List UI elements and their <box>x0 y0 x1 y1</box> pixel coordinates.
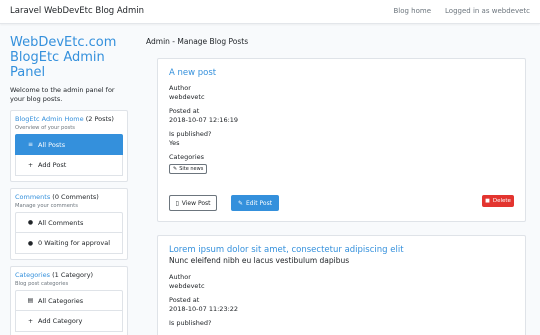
list-icon: ≡ <box>27 141 34 148</box>
sidebar-title: WebDevEtc.com BlogEtc Admin Panel <box>10 35 117 80</box>
comments-link[interactable]: Comments <box>15 193 50 201</box>
categories-label: Categories <box>169 153 205 161</box>
file-icon: ▯ <box>175 199 179 207</box>
author-label: Author <box>169 273 191 281</box>
sidebar-item-label: Add Category <box>38 317 83 325</box>
admin-home-link[interactable]: BlogEtc Admin Home <box>15 115 84 123</box>
posted-at-value: 2018-10-07 12:16:19 <box>169 116 239 124</box>
sidebar-item-label: All Comments <box>38 218 84 227</box>
categories-count: (1 Category) <box>50 271 94 279</box>
author-value: webdevetc <box>169 282 205 290</box>
edit-icon: ✎ <box>237 199 243 207</box>
view-post-label: View Post <box>181 199 211 207</box>
sidebar-section-posts: BlogEtc Admin Home (2 Posts) Overview of… <box>10 110 128 182</box>
sidebar-item-label: 0 Waiting for approval <box>38 239 111 247</box>
post-title-link[interactable]: Lorem ipsum dolor sit amet, consectetur … <box>169 245 514 256</box>
posts-count: (2 Posts) <box>83 115 114 123</box>
posted-at-value: 2018-10-07 11:23:22 <box>169 305 239 313</box>
edit-post-button[interactable]: ✎ Edit Post <box>231 195 279 211</box>
comments-count: (0 Comments) <box>50 193 99 201</box>
section-desc: Blog post categories <box>15 281 69 287</box>
author-label: Author <box>169 84 191 92</box>
plus-icon: + <box>27 161 34 169</box>
sidebar-item-add-category[interactable]: + Add Category <box>15 311 123 332</box>
post-subtitle: Nunc eleifend nibh eu lacus vestibulum d… <box>169 256 350 265</box>
logged-in-link[interactable]: Logged in as webdevetc <box>445 7 530 15</box>
page-title: Admin - Manage Blog Posts <box>146 37 249 46</box>
section-desc: Manage your comments <box>15 203 78 209</box>
sidebar-item-label: All Categories <box>38 296 84 305</box>
sidebar-item-all-posts[interactable]: ≡ All Posts <box>15 134 123 155</box>
sidebar-item-all-categories[interactable]: ▤ All Categories <box>15 290 123 311</box>
post-card: A new post Author webdevetc Posted at 20… <box>157 58 526 222</box>
is-published-label: Is published? <box>169 319 212 327</box>
sidebar-item-label: All Posts <box>38 140 66 149</box>
comment-icon: ● <box>27 239 34 247</box>
plus-icon: + <box>27 317 34 325</box>
sidebar-welcome: Welcome to the admin panel for your blog… <box>10 86 115 103</box>
category-badge[interactable]: ✎ Site news <box>169 164 208 174</box>
trash-icon: ■ <box>485 198 490 204</box>
sidebar-item-all-comments[interactable]: ● All Comments <box>15 212 123 233</box>
comment-icon: ● <box>27 219 34 226</box>
post-card: Lorem ipsum dolor sit amet, consectetur … <box>157 235 526 335</box>
sidebar-item-add-post[interactable]: + Add Post <box>15 155 123 176</box>
view-post-button[interactable]: ▯ View Post <box>169 195 217 211</box>
sidebar-section-categories: Categories (1 Category) Blog post catego… <box>10 266 128 335</box>
delete-post-button[interactable]: ■ Delete <box>482 195 514 207</box>
is-published-label: Is published? <box>169 130 212 138</box>
edit-icon: ✎ <box>173 166 178 172</box>
post-title-link[interactable]: A new post <box>169 68 514 79</box>
delete-post-label: Delete <box>492 198 511 204</box>
is-published-value: Yes <box>169 139 180 147</box>
blog-home-link[interactable]: Blog home <box>393 7 431 15</box>
navbar-right: Blog home Logged in as webdevetc <box>393 7 530 15</box>
sidebar-item-label: Add Post <box>38 161 67 169</box>
categories-link[interactable]: Categories <box>15 271 50 279</box>
sidebar-item-waiting-approval[interactable]: ● 0 Waiting for approval <box>15 233 123 254</box>
sidebar: WebDevEtc.com BlogEtc Admin Panel Welcom… <box>10 35 128 335</box>
category-name: Site news <box>179 166 204 172</box>
posted-at-label: Posted at <box>169 107 200 115</box>
section-desc: Overview of your posts <box>15 125 75 131</box>
author-value: webdevetc <box>169 93 205 101</box>
list-icon: ▤ <box>27 297 34 304</box>
edit-post-label: Edit Post <box>245 199 273 207</box>
top-navbar: Laravel WebDevEtc Blog Admin Blog home L… <box>0 0 540 24</box>
posted-at-label: Posted at <box>169 296 200 304</box>
sidebar-section-comments: Comments (0 Comments) Manage your commen… <box>10 188 128 260</box>
navbar-brand[interactable]: Laravel WebDevEtc Blog Admin <box>10 6 144 16</box>
